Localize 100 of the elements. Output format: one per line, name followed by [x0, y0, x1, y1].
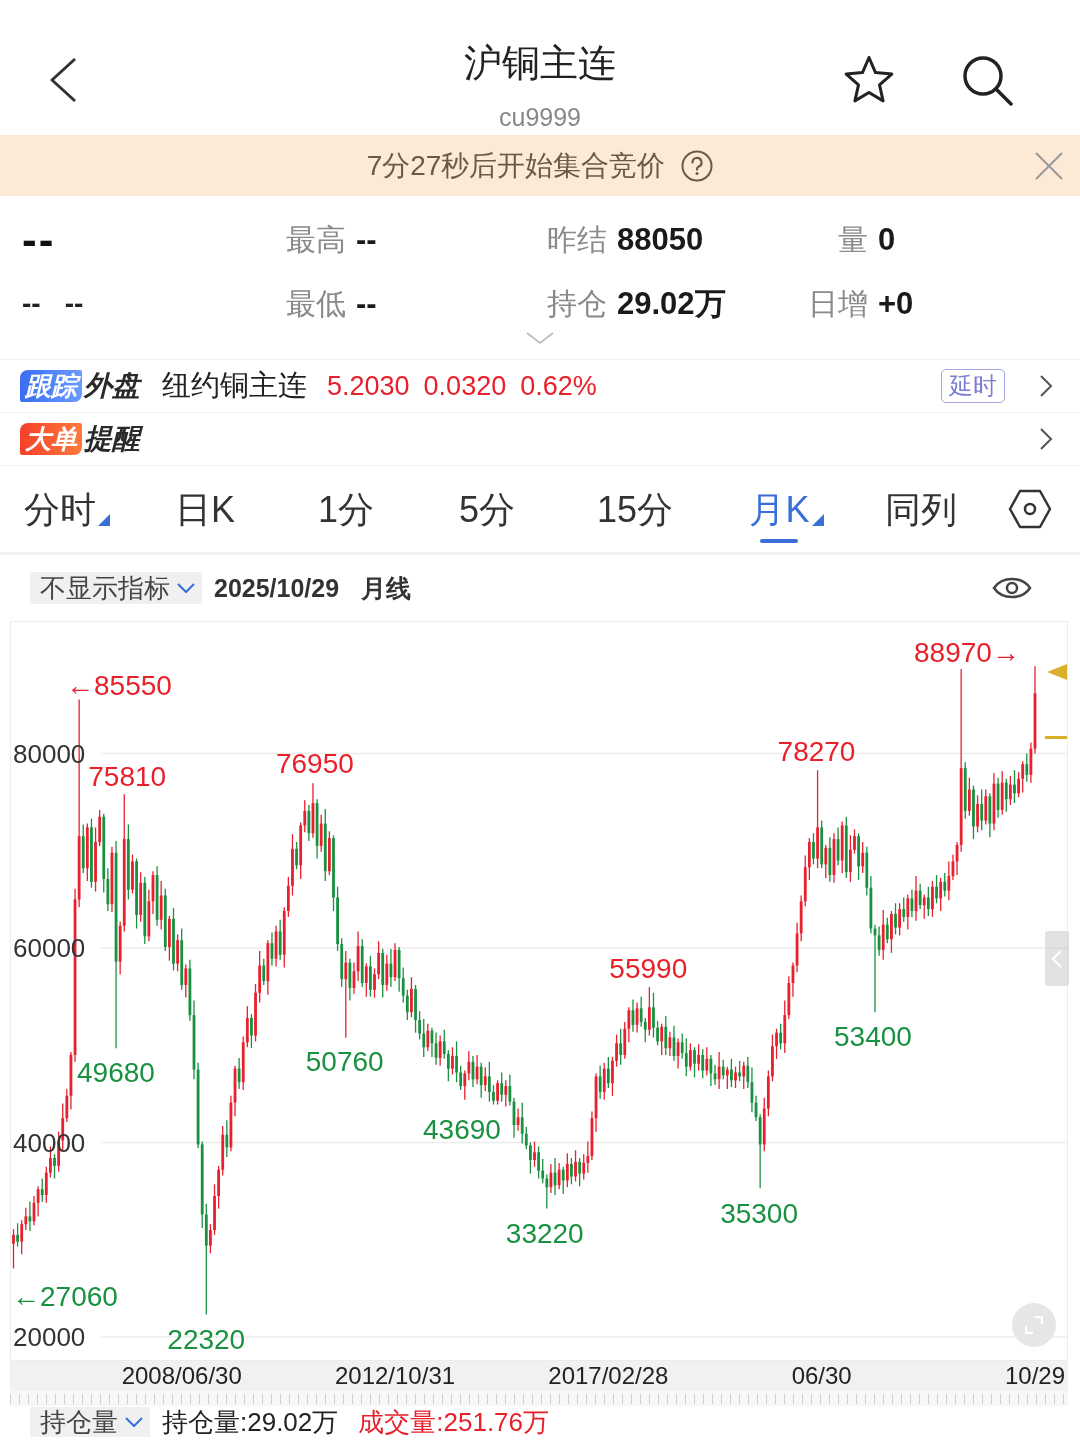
candlestick: [939, 877, 943, 912]
candlestick: [463, 1069, 467, 1101]
candlestick: [401, 966, 405, 1004]
search-icon: [961, 54, 1013, 106]
candlestick: [775, 1028, 778, 1060]
candlestick: [931, 880, 934, 918]
candlestick: [746, 1056, 750, 1089]
candlestick: [94, 826, 97, 893]
candlestick: [890, 910, 893, 954]
candlestick: [705, 1046, 709, 1077]
candlestick: [16, 1222, 19, 1248]
period-tab[interactable]: 15分: [594, 466, 675, 552]
candlestick: [217, 1165, 221, 1210]
notice-text: 7分27秒后开始集合竞价: [366, 148, 666, 183]
candlestick: [1004, 778, 1008, 813]
candlestick: [926, 886, 930, 917]
candlestick: [172, 907, 175, 972]
period-tab[interactable]: 分时: [21, 466, 112, 552]
x-axis-label: 2017/02/28: [548, 1361, 669, 1391]
x-axis-label: 06/30: [791, 1361, 852, 1391]
stat-value: 29.02万: [617, 285, 726, 323]
candlestick: [545, 1173, 549, 1210]
candlestick: [373, 967, 376, 999]
candlestick: [680, 1032, 684, 1060]
contract-name: 纽约铜主连: [162, 368, 307, 403]
candlestick: [467, 1050, 471, 1081]
stat-label: 持仓: [547, 285, 607, 322]
stat-label: 日增: [808, 285, 868, 322]
candlestick: [364, 962, 368, 998]
stat-value: 88050: [617, 222, 704, 258]
search-button[interactable]: [961, 54, 1013, 106]
candlestick: [574, 1149, 577, 1183]
candlestick: [44, 1166, 48, 1204]
candlestick: [385, 954, 389, 992]
period-tab[interactable]: 同列: [883, 466, 959, 552]
candlestick: [816, 769, 819, 869]
indicator-dropdown[interactable]: 不显示指标: [30, 572, 202, 604]
candlestick: [643, 1017, 647, 1043]
delay-badge: 延时: [941, 369, 1005, 403]
info-row[interactable]: 大单 提醒: [0, 413, 1080, 466]
candlestick: [504, 1079, 508, 1108]
candlestick: [693, 1046, 696, 1078]
candlestick: [947, 860, 951, 901]
period-tab[interactable]: 5分: [457, 466, 517, 552]
expand-icon: [1025, 1316, 1043, 1334]
candlestick: [906, 893, 910, 931]
candlestick: [972, 784, 975, 840]
candlestick: [742, 1061, 746, 1090]
candlestick: [725, 1066, 729, 1090]
candlestick: [857, 832, 860, 881]
contract-code: cu9999: [499, 101, 581, 132]
settings-button[interactable]: [1008, 489, 1052, 529]
star-icon: [843, 55, 895, 105]
price-change: --: [64, 288, 84, 320]
stat-label: 昨结: [547, 221, 607, 258]
candlestick: [664, 1015, 668, 1056]
candlestick: [967, 777, 971, 817]
candlestick: [570, 1157, 573, 1185]
candlestick: [520, 1101, 524, 1145]
candlestick: [418, 1010, 422, 1041]
feature-tag: 大单: [20, 423, 82, 455]
candlestick: [262, 958, 266, 986]
price-label: 76950: [275, 748, 354, 781]
candlestick: [213, 1183, 216, 1236]
close-icon: [1034, 150, 1064, 181]
candlestick: [65, 1088, 69, 1123]
price-label: ←85550: [66, 670, 172, 702]
candlestick: [250, 1013, 253, 1049]
period-tab[interactable]: 1分: [316, 466, 376, 552]
candlestick: [291, 833, 294, 897]
x-axis-label: 2008/06/30: [121, 1361, 242, 1391]
candlestick: [627, 1006, 631, 1043]
price-label: ←27060: [12, 1281, 118, 1313]
candlestick: [861, 841, 865, 874]
candlestick: [611, 1056, 614, 1097]
quote-value: 0.62%: [520, 370, 597, 402]
candlestick: [701, 1048, 705, 1079]
candlestick: [1021, 760, 1025, 794]
back-button[interactable]: [48, 57, 78, 103]
candlestick: [898, 902, 902, 937]
candlestick: [615, 1033, 618, 1068]
info-row[interactable]: 跟踪 外盘 纽约铜主连 5.2030 0.0320 0.62% 延时: [0, 360, 1080, 413]
candlestick: [12, 1228, 15, 1269]
period-tab[interactable]: 月K: [747, 466, 826, 552]
candlestick: [422, 1018, 426, 1058]
period-tab[interactable]: 日K: [173, 466, 237, 552]
candlestick: [557, 1162, 561, 1190]
candlestick: [734, 1066, 737, 1089]
candlestick: [405, 989, 409, 1021]
candlestick: [848, 834, 852, 883]
candlestick: [779, 1023, 783, 1050]
page-title: 沪铜主连: [464, 40, 616, 86]
candlestick: [377, 940, 381, 980]
level-dash-icon: [1045, 736, 1067, 739]
sub-indicator-dropdown[interactable]: 持仓量: [30, 1407, 150, 1437]
candlestick: [606, 1056, 610, 1089]
candlestick: [894, 902, 897, 936]
candlestick: [602, 1062, 606, 1101]
help-icon[interactable]: [681, 149, 714, 182]
candlestick: [442, 1029, 446, 1060]
